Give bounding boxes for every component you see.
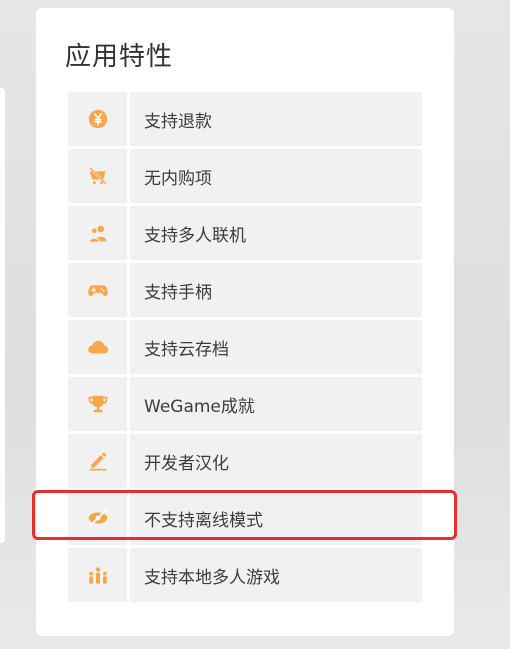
feature-item-localization: 开发者汉化 [68, 434, 422, 488]
card-title: 应用特性 [65, 42, 174, 72]
left-side-panel [0, 88, 5, 543]
feature-item-cloud-save: 支持云存档 [68, 320, 422, 374]
multiplayer-icon [88, 225, 106, 243]
features-card: 应用特性 支持退款 无内购项 支持多人联机 支持手柄 支持云存档 WeGame成… [36, 8, 454, 636]
yuan-coin-icon [88, 109, 107, 129]
offline-disabled-icon [88, 509, 107, 527]
feature-label: 支持云存档 [130, 320, 422, 374]
feature-label: 支持退款 [130, 92, 422, 146]
no-purchase-icon [88, 166, 107, 186]
feature-item-offline-mode: 不支持离线模式 [68, 491, 422, 545]
gamepad-icon [87, 285, 108, 297]
feature-label: 开发者汉化 [130, 434, 422, 488]
cloud-icon [87, 340, 108, 354]
feature-icon-cell [68, 92, 127, 146]
feature-item-gamepad: 支持手柄 [68, 263, 422, 317]
feature-item-no-iap: 无内购项 [68, 149, 422, 203]
feature-item-local-multiplayer: 支持本地多人游戏 [68, 548, 422, 602]
feature-icon-cell [68, 320, 127, 374]
feature-icon-cell [68, 377, 127, 431]
feature-icon-cell [68, 206, 127, 260]
local-multiplayer-icon [88, 567, 107, 584]
feature-label: 支持手柄 [130, 263, 422, 317]
feature-list: 支持退款 无内购项 支持多人联机 支持手柄 支持云存档 WeGame成就 开发者… [68, 92, 422, 605]
feature-icon-cell [68, 149, 127, 203]
feature-item-achievements: WeGame成就 [68, 377, 422, 431]
feature-icon-cell [68, 434, 127, 488]
pen-icon [89, 452, 106, 471]
trophy-icon [87, 395, 108, 413]
feature-item-refund: 支持退款 [68, 92, 422, 146]
feature-label: 支持本地多人游戏 [130, 548, 422, 602]
feature-label: 不支持离线模式 [130, 491, 422, 545]
feature-label: 支持多人联机 [130, 206, 422, 260]
feature-icon-cell [68, 263, 127, 317]
feature-label: 无内购项 [130, 149, 422, 203]
feature-label: WeGame成就 [130, 377, 422, 431]
feature-icon-cell [68, 491, 127, 545]
feature-icon-cell [68, 548, 127, 602]
feature-item-multiplayer: 支持多人联机 [68, 206, 422, 260]
